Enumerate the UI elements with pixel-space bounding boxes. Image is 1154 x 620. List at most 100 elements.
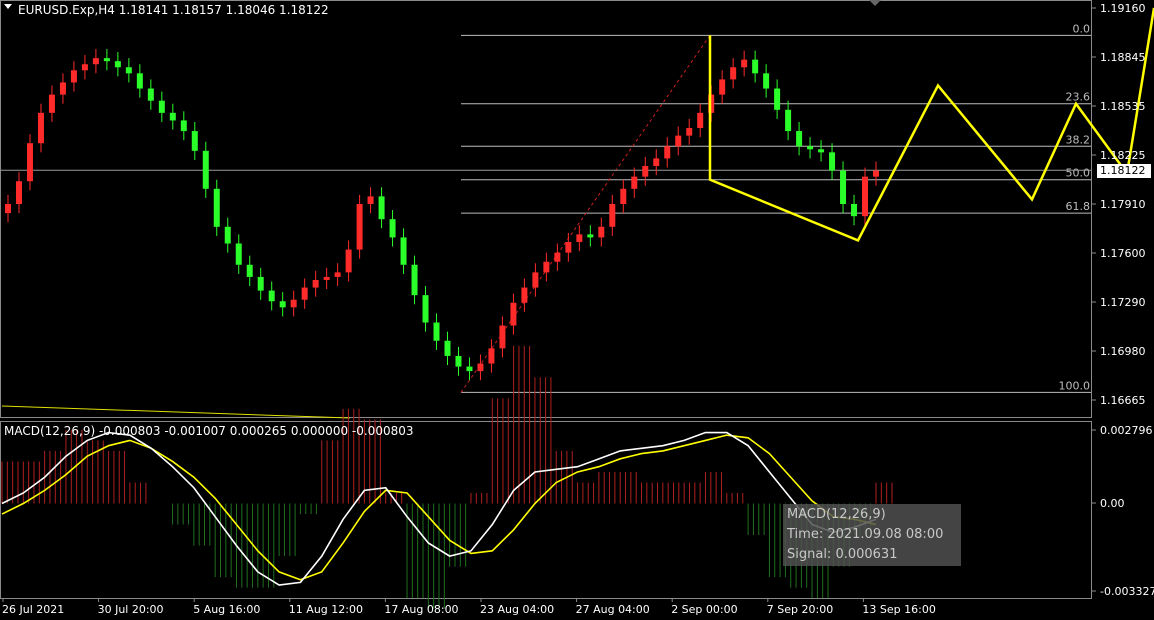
time-tick-label: 23 Aug 04:00	[480, 603, 554, 616]
candle-body	[829, 152, 836, 171]
shift-marker-icon[interactable]	[869, 0, 881, 6]
candle-body	[367, 196, 374, 204]
candle-body	[235, 243, 242, 265]
time-tick-label: 26 Jul 2021	[2, 603, 64, 616]
candle-body	[103, 58, 110, 62]
tooltip-signal: Signal: 0.000631	[787, 547, 898, 562]
candle-body	[389, 219, 396, 238]
candle-body	[180, 120, 187, 132]
price-tick-label: 1.18535	[1100, 100, 1146, 113]
candle-body	[246, 264, 253, 277]
candle-body	[565, 241, 572, 253]
fibonacci-retracement[interactable]: 0.0 23.6 38.2 50.0 61.8 100.0	[0, 22, 1091, 419]
candle-body	[422, 295, 429, 323]
time-tick-label: 2 Sep 00:00	[671, 603, 737, 616]
candle-body	[147, 88, 154, 101]
candle-body	[664, 146, 671, 159]
candle-body	[587, 234, 594, 238]
axes: 1.19160 1.18845 1.18535 1.18225 1.17910 1.176…	[2, 2, 1154, 616]
macd-tick-label: 0.00	[1100, 497, 1125, 510]
chart-canvas[interactable]: 0.023.638.250.061.8100.0 1.191601.188451…	[0, 0, 1154, 620]
price-tick-label: 1.18845	[1100, 51, 1146, 64]
main-pane-frame	[0, 0, 1092, 418]
candlestick-series	[5, 49, 879, 381]
candle-body	[158, 100, 165, 113]
candle-body	[268, 290, 275, 302]
candle-body	[224, 226, 231, 244]
candle-body	[873, 170, 879, 177]
collapse-triangle-icon[interactable]	[4, 4, 12, 9]
candle-body	[752, 59, 759, 74]
candle-body	[26, 143, 33, 182]
time-tick-label: 5 Aug 16:00	[193, 603, 260, 616]
candle-body	[642, 166, 649, 177]
candle-body	[521, 287, 528, 303]
fibo-level-label: 23.6	[1066, 91, 1091, 104]
candle-body	[796, 131, 803, 147]
fibo-level-label: 61.8	[1066, 200, 1091, 213]
candle-body	[554, 252, 561, 262]
candle-body	[620, 188, 627, 204]
candle-body	[719, 79, 726, 95]
candle-body	[785, 109, 792, 132]
candle-body	[697, 112, 704, 129]
candle-body	[334, 272, 341, 277]
candle-body	[675, 135, 682, 147]
candle-body	[862, 176, 869, 217]
candle-body	[81, 64, 88, 71]
candle-body	[532, 272, 539, 288]
tooltip-time: Time: 2021.09.08 08:00	[787, 527, 944, 542]
time-tick-label: 11 Aug 12:00	[289, 603, 363, 616]
candle-body	[818, 149, 825, 153]
time-tick-label: 13 Sep 16:00	[862, 603, 935, 616]
symbol-header: EURUSD.Exp,H4 1.18141 1.18157 1.18046 1.…	[18, 3, 329, 17]
macd-header: MACD(12,26,9) -0.000803 -0.001007 0.0002…	[4, 424, 414, 438]
candle-body	[15, 181, 22, 204]
candle-body	[510, 302, 517, 326]
candle-body	[5, 204, 11, 214]
candle-body	[191, 131, 198, 151]
fibo-level-label: 100.0	[1059, 379, 1091, 392]
time-tick-label: 17 Aug 08:00	[384, 603, 458, 616]
candle-body	[840, 170, 847, 204]
fibo-level-label: 0.0	[1073, 22, 1091, 35]
price-tick-label: 1.16980	[1100, 345, 1146, 358]
yellow-trendline	[1, 405, 351, 419]
candle-body	[59, 82, 66, 95]
candle-body	[378, 196, 385, 220]
candle-body	[598, 226, 605, 238]
candle-body	[411, 264, 418, 296]
candle-body	[323, 276, 330, 280]
projection-segment	[937, 85, 1033, 200]
candle-body	[400, 237, 407, 265]
candle-body	[686, 128, 693, 136]
candle-body	[312, 279, 319, 288]
time-tick-label: 27 Aug 04:00	[576, 603, 650, 616]
time-tick-label: 7 Sep 20:00	[767, 603, 833, 616]
candle-body	[356, 204, 363, 250]
candle-body	[851, 204, 858, 217]
candle-body	[807, 146, 814, 150]
candle-body	[290, 299, 297, 308]
candle-body	[48, 94, 55, 113]
fibo-trend-line	[460, 35, 711, 393]
candle-body	[488, 348, 495, 364]
candle-body	[136, 73, 143, 89]
candle-body	[114, 61, 121, 68]
candle-body	[730, 67, 737, 80]
candle-body	[576, 234, 583, 242]
price-tick-label: 1.17910	[1100, 198, 1146, 211]
candle-body	[169, 112, 176, 121]
price-tick-label: 1.19160	[1100, 2, 1146, 15]
candle-body	[455, 355, 462, 367]
current-price-tag: 1.18122	[1097, 164, 1151, 178]
macd-tooltip: MACD(12,26,9) Time: 2021.09.08 08:00 Sig…	[783, 504, 961, 566]
tooltip-title: MACD(12,26,9)	[787, 507, 886, 522]
price-tick-label: 1.16665	[1100, 394, 1146, 407]
candle-body	[466, 366, 473, 372]
candle-body	[202, 150, 209, 189]
candle-body	[37, 112, 44, 144]
candle-body	[631, 176, 638, 189]
candle-body	[609, 204, 616, 227]
candle-body	[477, 363, 484, 372]
